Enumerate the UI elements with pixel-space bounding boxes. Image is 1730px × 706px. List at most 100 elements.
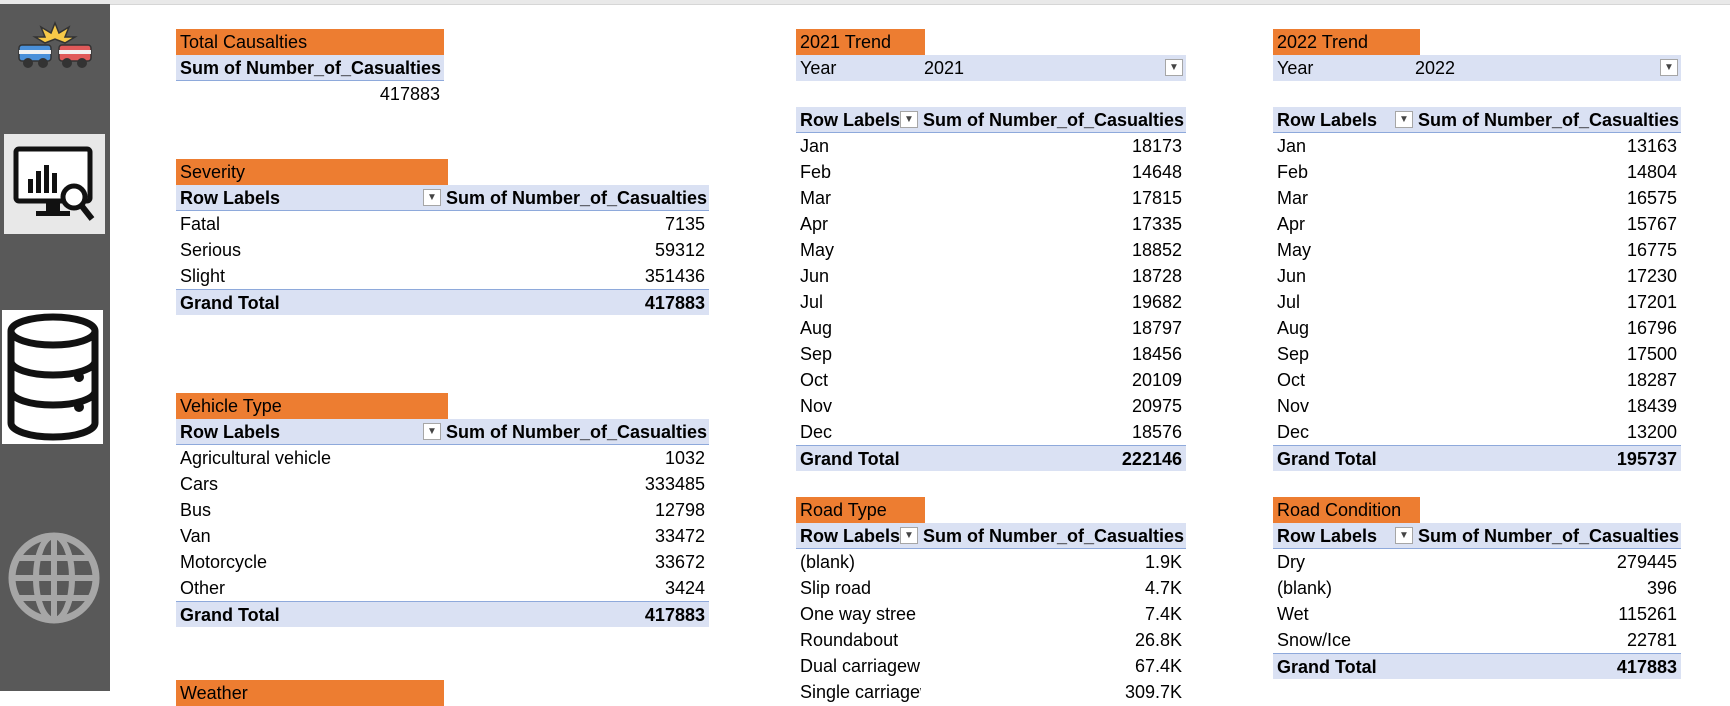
row-label: Aug bbox=[1277, 318, 1310, 338]
value-header: Sum of Number_of_Casualties bbox=[446, 421, 708, 442]
row-value: 17230 bbox=[1626, 266, 1677, 286]
table-row[interactable]: Dry 279445 bbox=[1273, 549, 1681, 575]
table-row[interactable]: Other 3424 bbox=[176, 575, 709, 601]
row-label: (blank) bbox=[800, 552, 856, 572]
filter-applied-icon[interactable]: ▼ bbox=[1165, 59, 1183, 76]
row-labels-sort-icon[interactable]: ▼ bbox=[900, 526, 918, 544]
row-labels-dropdown-icon[interactable]: ▼ bbox=[900, 110, 918, 128]
table-row[interactable]: Apr 17335 bbox=[796, 211, 1186, 237]
table-row[interactable]: Bus 12798 bbox=[176, 497, 709, 523]
table-row[interactable]: Feb 14648 bbox=[796, 159, 1186, 185]
grand-total-row[interactable]: Grand Total 222146 bbox=[796, 445, 1186, 471]
table-row[interactable]: Slip road 4.7K bbox=[796, 575, 1186, 601]
grand-total-row[interactable]: Grand Total 417883 bbox=[176, 601, 709, 627]
row-labels-header[interactable]: Row Labels ▼ bbox=[796, 523, 921, 548]
globe-icon[interactable] bbox=[6, 528, 102, 628]
table-row[interactable]: Jul 17201 bbox=[1273, 289, 1681, 315]
row-value: 17500 bbox=[1626, 344, 1677, 364]
table-row[interactable]: Jan 13163 bbox=[1273, 133, 1681, 159]
table-row[interactable]: Jan 18173 bbox=[796, 133, 1186, 159]
table-row[interactable]: Motorcycle 33672 bbox=[176, 549, 709, 575]
row-value: 14648 bbox=[1131, 162, 1182, 182]
table-row[interactable]: Oct 20109 bbox=[796, 367, 1186, 393]
table-row[interactable]: Slight 351436 bbox=[176, 263, 709, 289]
year-filter-value: 2021 bbox=[924, 58, 965, 78]
car-crash-icon[interactable] bbox=[6, 10, 104, 82]
row-labels-header[interactable]: Row Labels ▼ bbox=[176, 185, 444, 210]
grand-total-value: 195737 bbox=[1616, 448, 1677, 469]
row-value: 4.7K bbox=[1144, 578, 1182, 598]
table-row[interactable]: May 16775 bbox=[1273, 237, 1681, 263]
table-row[interactable]: Wet 115261 bbox=[1273, 601, 1681, 627]
table-row[interactable]: Sep 18456 bbox=[796, 341, 1186, 367]
row-value: 351436 bbox=[644, 266, 705, 286]
table-row[interactable]: Serious 59312 bbox=[176, 237, 709, 263]
table-row[interactable]: Van 33472 bbox=[176, 523, 709, 549]
header-row: Row Labels ▼ Sum of Number_of_Casualties bbox=[176, 419, 709, 445]
table-row[interactable]: Dec 13200 bbox=[1273, 419, 1681, 445]
total-value-row[interactable]: 417883 bbox=[176, 81, 444, 107]
table-row[interactable]: Single carriagew 309.7K bbox=[796, 679, 1186, 705]
table-row[interactable]: Jun 17230 bbox=[1273, 263, 1681, 289]
row-labels-filter-icon[interactable]: ▼ bbox=[423, 422, 441, 440]
row-value: 18728 bbox=[1131, 266, 1182, 286]
row-labels-dropdown-icon[interactable]: ▼ bbox=[423, 188, 441, 206]
grand-total-row[interactable]: Grand Total 417883 bbox=[1273, 653, 1681, 679]
table-row[interactable]: Jun 18728 bbox=[796, 263, 1186, 289]
filter-applied-icon[interactable]: ▼ bbox=[1660, 59, 1678, 76]
row-labels-header[interactable]: Row Labels ▼ bbox=[176, 419, 444, 444]
year-filter-row[interactable]: Year 2022 ▼ bbox=[1273, 55, 1681, 81]
table-row[interactable]: Oct 18287 bbox=[1273, 367, 1681, 393]
row-label: Cars bbox=[180, 474, 219, 494]
table-row[interactable]: One way stree 7.4K bbox=[796, 601, 1186, 627]
dashboard-monitor-icon[interactable] bbox=[4, 134, 105, 234]
table-row[interactable]: Sep 17500 bbox=[1273, 341, 1681, 367]
row-labels-header[interactable]: Row Labels ▼ bbox=[1273, 523, 1416, 548]
table-row[interactable]: Apr 15767 bbox=[1273, 211, 1681, 237]
row-labels-filter-icon[interactable]: ▼ bbox=[1395, 526, 1413, 544]
table-row[interactable]: Mar 16575 bbox=[1273, 185, 1681, 211]
row-value: 396 bbox=[1646, 578, 1677, 598]
row-value: 17201 bbox=[1626, 292, 1677, 312]
row-value: 1.9K bbox=[1144, 552, 1182, 572]
table-row[interactable]: Nov 20975 bbox=[796, 393, 1186, 419]
grand-total-label: Grand Total bbox=[1277, 656, 1377, 677]
table-row[interactable]: Cars 333485 bbox=[176, 471, 709, 497]
table-row[interactable]: Roundabout 26.8K bbox=[796, 627, 1186, 653]
row-labels-dropdown-icon[interactable]: ▼ bbox=[1395, 110, 1413, 128]
table-row[interactable]: May 18852 bbox=[796, 237, 1186, 263]
table-row[interactable]: Agricultural vehicle 1032 bbox=[176, 445, 709, 471]
row-value: 15767 bbox=[1626, 214, 1677, 234]
table-row[interactable]: Jul 19682 bbox=[796, 289, 1186, 315]
row-label: Sep bbox=[800, 344, 833, 364]
row-label: Sep bbox=[1277, 344, 1310, 364]
header-row: Row Labels ▼ Sum of Number_of_Casualties bbox=[1273, 523, 1681, 549]
grand-total-row[interactable]: Grand Total 417883 bbox=[176, 289, 709, 315]
row-value: 22781 bbox=[1626, 630, 1677, 650]
table-row[interactable]: (blank) 1.9K bbox=[796, 549, 1186, 575]
spacer-row bbox=[796, 81, 1186, 107]
row-label: One way stree bbox=[800, 604, 917, 624]
year-filter-row[interactable]: Year 2021 ▼ bbox=[796, 55, 1186, 81]
table-row[interactable]: Aug 18797 bbox=[796, 315, 1186, 341]
row-labels-header[interactable]: Row Labels ▼ bbox=[796, 107, 921, 132]
row-value: 13163 bbox=[1626, 136, 1677, 156]
table-row[interactable]: Aug 16796 bbox=[1273, 315, 1681, 341]
table-row[interactable]: Snow/Ice 22781 bbox=[1273, 627, 1681, 653]
row-value: 17815 bbox=[1131, 188, 1182, 208]
table-row[interactable]: Dec 18576 bbox=[796, 419, 1186, 445]
row-value: 18287 bbox=[1626, 370, 1677, 390]
header-row: Row Labels ▼ Sum of Number_of_Casualties bbox=[1273, 107, 1681, 133]
table-row[interactable]: Nov 18439 bbox=[1273, 393, 1681, 419]
row-label: Snow/Ice bbox=[1277, 630, 1352, 650]
row-label: Jun bbox=[800, 266, 830, 286]
table-row[interactable]: (blank) 396 bbox=[1273, 575, 1681, 601]
grand-total-row[interactable]: Grand Total 195737 bbox=[1273, 445, 1681, 471]
table-row[interactable]: Dual carriagew 67.4K bbox=[796, 653, 1186, 679]
table-row[interactable]: Feb 14804 bbox=[1273, 159, 1681, 185]
row-labels-header[interactable]: Row Labels ▼ bbox=[1273, 107, 1416, 132]
table-row[interactable]: Mar 17815 bbox=[796, 185, 1186, 211]
table-row[interactable]: Fatal 7135 bbox=[176, 211, 709, 237]
database-icon[interactable] bbox=[2, 310, 103, 444]
grand-total-label: Grand Total bbox=[180, 292, 280, 313]
